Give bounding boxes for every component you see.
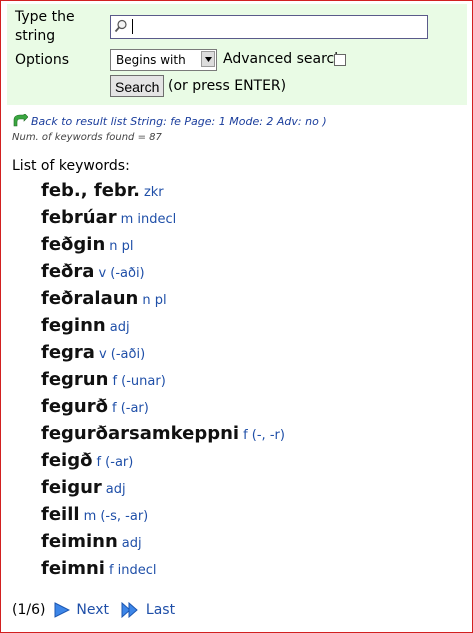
keyword-grammar[interactable]: f (-ar) xyxy=(112,401,149,416)
keyword-word[interactable]: feðralaun xyxy=(41,288,138,309)
options-label: Options xyxy=(15,52,70,68)
keyword-word[interactable]: feginn xyxy=(41,315,106,336)
keyword-grammar[interactable]: n pl xyxy=(142,293,166,308)
keyword-word[interactable]: fegurðarsamkeppni xyxy=(41,423,239,444)
double-arrow-icon[interactable] xyxy=(121,602,139,618)
advanced-search-label: Advanced search xyxy=(223,51,344,67)
search-button[interactable]: Search xyxy=(110,75,165,97)
last-link[interactable]: Last xyxy=(146,602,175,618)
keyword-word[interactable]: feimni xyxy=(41,558,105,579)
search-mode-value: Begins with xyxy=(116,53,186,67)
keyword-grammar[interactable]: m (-s, -ar) xyxy=(84,509,149,524)
keyword-grammar[interactable]: f (-unar) xyxy=(112,374,165,389)
keyword-entry: feill m (-s, -ar) xyxy=(41,501,285,528)
keyword-grammar[interactable]: f indecl xyxy=(109,563,157,578)
keyword-grammar[interactable]: f (-ar) xyxy=(96,455,133,470)
pagination: (1/6) Next Last xyxy=(12,600,175,620)
press-enter-hint: (or press ENTER) xyxy=(168,78,287,94)
keyword-grammar[interactable]: adj xyxy=(110,320,130,335)
keyword-entry: feðra v (-aði) xyxy=(41,258,285,285)
keyword-word[interactable]: feðgin xyxy=(41,234,105,255)
keyword-entry: fegurðarsamkeppni f (-, -r) xyxy=(41,420,285,447)
advanced-search-checkbox[interactable] xyxy=(334,54,346,66)
search-panel: Type the string Options Begins with Adva… xyxy=(7,4,467,105)
string-label: Type the string xyxy=(15,9,75,44)
keyword-entry: feginn adj xyxy=(41,312,285,339)
page-frame: Type the string Options Begins with Adva… xyxy=(0,0,473,633)
keyword-entry: feðgin n pl xyxy=(41,231,285,258)
keyword-entry: feimni f indecl xyxy=(41,555,285,582)
text-caret xyxy=(132,19,133,34)
keyword-grammar[interactable]: n pl xyxy=(109,239,133,254)
keyword-word[interactable]: feigur xyxy=(41,477,102,498)
keyword-word[interactable]: fegurð xyxy=(41,396,108,417)
keyword-word[interactable]: feill xyxy=(41,504,80,525)
select-arrow-button[interactable] xyxy=(201,51,215,67)
keyword-word[interactable]: feðra xyxy=(41,261,94,282)
keyword-entry: feðralaun n pl xyxy=(41,285,285,312)
back-to-results-link[interactable]: Back to result list String: fe Page: 1 M… xyxy=(31,115,327,128)
play-arrow-icon[interactable] xyxy=(54,602,70,618)
keyword-word[interactable]: feigð xyxy=(41,450,92,471)
keyword-entry: feiminn adj xyxy=(41,528,285,555)
keyword-count: Num. of keywords found = 87 xyxy=(12,132,162,143)
keyword-entry: feb., febr. zkr xyxy=(41,177,285,204)
keyword-grammar[interactable]: zkr xyxy=(144,185,164,200)
keyword-grammar[interactable]: v (-aði) xyxy=(99,347,145,362)
keyword-list: feb., febr. zkr febrúar m indecl feðgin n pl f… xyxy=(41,177,285,582)
page-counter: (1/6) xyxy=(12,602,46,618)
keyword-grammar[interactable]: f (-, -r) xyxy=(243,428,285,443)
magnifier-icon xyxy=(114,19,127,33)
search-input[interactable] xyxy=(110,15,428,39)
keyword-entry: feigur adj xyxy=(41,474,285,501)
keyword-grammar[interactable]: v (-aði) xyxy=(98,266,144,281)
keyword-grammar[interactable]: m indecl xyxy=(121,212,177,227)
keyword-entry: fegra v (-aði) xyxy=(41,339,285,366)
keyword-word[interactable]: feb., febr. xyxy=(41,180,140,201)
triangle-down-icon xyxy=(205,57,212,62)
keyword-word[interactable]: fegrun xyxy=(41,369,108,390)
keyword-word[interactable]: fegra xyxy=(41,342,95,363)
next-link[interactable]: Next xyxy=(76,602,109,618)
keyword-entry: fegrun f (-unar) xyxy=(41,366,285,393)
keyword-entry: febrúar m indecl xyxy=(41,204,285,231)
keyword-grammar[interactable]: adj xyxy=(122,536,142,551)
keyword-list-title: List of keywords: xyxy=(12,158,130,174)
keyword-grammar[interactable]: adj xyxy=(106,482,126,497)
search-mode-select[interactable]: Begins with xyxy=(110,49,217,71)
keyword-word[interactable]: febrúar xyxy=(41,207,117,228)
keyword-word[interactable]: feiminn xyxy=(41,531,118,552)
keyword-entry: feigð f (-ar) xyxy=(41,447,285,474)
back-arrow-icon xyxy=(13,114,28,127)
keyword-entry: fegurð f (-ar) xyxy=(41,393,285,420)
